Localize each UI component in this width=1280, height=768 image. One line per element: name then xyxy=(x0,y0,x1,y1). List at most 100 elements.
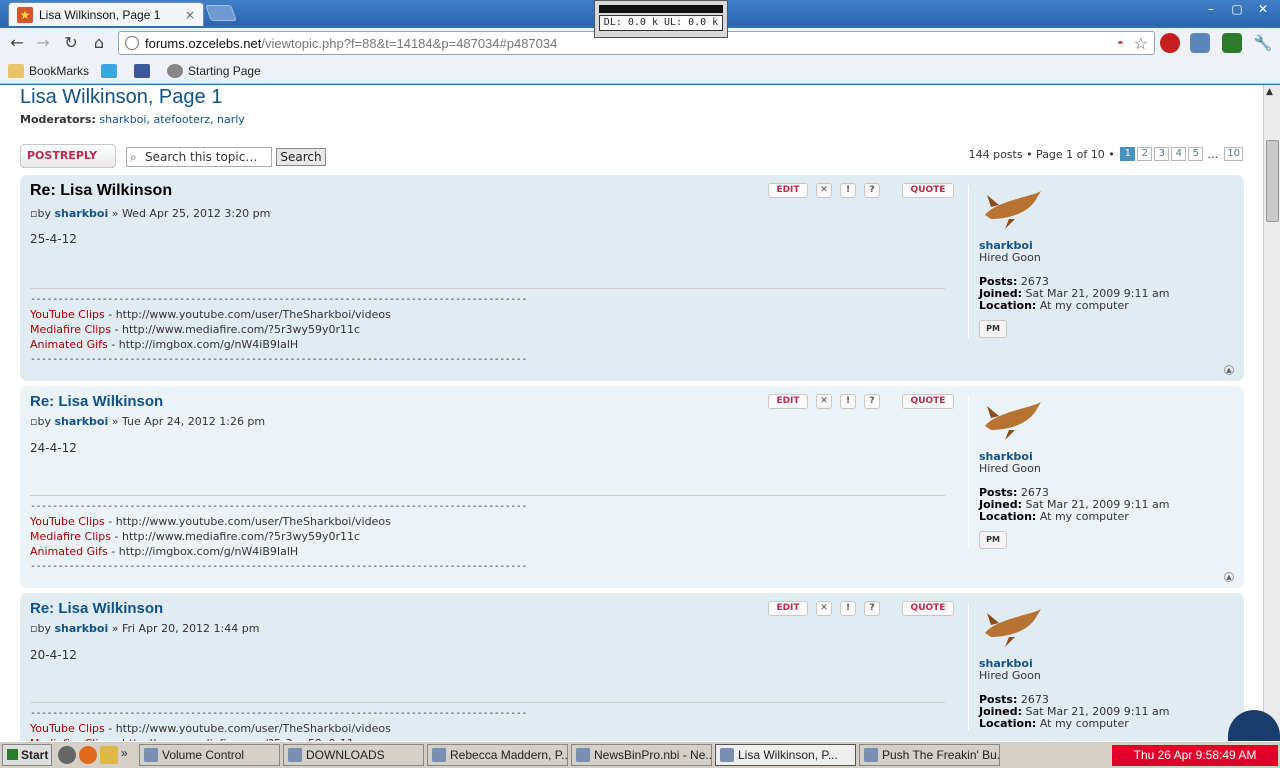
clock[interactable]: Thu 26 Apr 9:58:49 AM xyxy=(1112,745,1278,766)
taskbar-item[interactable]: Volume Control xyxy=(139,744,280,766)
page-link[interactable]: 5 xyxy=(1188,147,1204,161)
report-button[interactable]: ! xyxy=(840,183,856,198)
signature-link[interactable]: - http://www.youtube.com/user/TheSharkbo… xyxy=(105,722,391,735)
quicklaunch-icon[interactable] xyxy=(58,746,76,764)
avatar xyxy=(985,191,1041,229)
delete-button[interactable]: ✕ xyxy=(816,183,832,198)
signature-link[interactable]: - http://www.youtube.com/user/TheSharkbo… xyxy=(105,308,391,321)
info-button[interactable]: ? xyxy=(864,394,880,409)
page-link[interactable]: 2 xyxy=(1137,147,1153,161)
favicon-star-icon: ★ xyxy=(17,6,33,23)
globe-icon xyxy=(125,36,139,50)
signature: ----------------------------------------… xyxy=(30,706,527,741)
author-link[interactable]: sharkboi xyxy=(54,207,108,220)
tab-close-icon[interactable]: × xyxy=(185,8,195,22)
signature-link[interactable]: - http://www.mediafire.com/?5r3wy59y0r11… xyxy=(111,530,361,543)
close-window-button[interactable]: ✕ xyxy=(1250,0,1276,18)
taskbar-item[interactable]: Rebecca Maddern, P... xyxy=(427,744,568,766)
post-title[interactable]: Re: Lisa Wilkinson xyxy=(30,393,163,410)
page-title[interactable]: Lisa Wilkinson, Page 1 xyxy=(20,86,222,109)
signature-divider xyxy=(30,702,945,703)
report-button[interactable]: ! xyxy=(840,394,856,409)
extension-green-icon[interactable] xyxy=(1222,33,1242,53)
post-body: 24-4-12 xyxy=(30,441,77,455)
post: Re: Lisa Wilkinson ▫by sharkboi » Fri Ap… xyxy=(20,593,1244,741)
avatar xyxy=(985,402,1041,440)
search-button[interactable]: Search xyxy=(276,148,326,166)
page-link[interactable]: 1 xyxy=(1120,147,1136,161)
scroll-up-icon[interactable]: ▲ xyxy=(1266,87,1273,97)
signature-link[interactable]: - http://www.mediafire.com/?5r3wy59y0r11… xyxy=(111,323,361,336)
facebook-bookmark[interactable] xyxy=(134,63,155,78)
extension-icon[interactable] xyxy=(1190,33,1210,53)
quote-button[interactable]: QUOTE xyxy=(902,394,954,409)
page-link[interactable]: 10 xyxy=(1224,147,1243,161)
author-link[interactable]: sharkboi xyxy=(54,415,108,428)
tab-active[interactable]: ★ Lisa Wilkinson, Page 1 × xyxy=(8,2,204,26)
delete-button[interactable]: ✕ xyxy=(816,601,832,616)
bookmark-star-icon[interactable]: ☆ xyxy=(1134,34,1148,54)
wrench-icon[interactable]: 🔧 xyxy=(1252,32,1274,54)
minimize-button[interactable]: – xyxy=(1198,0,1224,18)
signature-link[interactable]: - http://imgbox.com/g/nW4iB9IalH xyxy=(108,338,298,351)
starting-page-bookmark[interactable]: Starting Page xyxy=(167,63,261,78)
maximize-button[interactable]: ▢ xyxy=(1224,0,1250,18)
scroll-thumb[interactable] xyxy=(1266,140,1279,222)
page-link[interactable]: 3 xyxy=(1154,147,1170,161)
page-ellipsis: … xyxy=(1207,147,1219,161)
report-button[interactable]: ! xyxy=(840,601,856,616)
edit-button[interactable]: EDIT xyxy=(768,601,808,616)
search-input[interactable]: ⌕ Search this topic… xyxy=(126,147,272,167)
quote-button[interactable]: QUOTE xyxy=(902,601,954,616)
post-buttons: EDIT ✕ ! ? QUOTE xyxy=(768,601,954,616)
firefox-icon[interactable] xyxy=(79,746,97,764)
back-to-top-icon[interactable]: ▲ xyxy=(1224,572,1234,582)
back-to-top-icon[interactable]: ▲ xyxy=(1224,365,1234,375)
post: Re: Lisa Wilkinson ▫by sharkboi » Wed Ap… xyxy=(20,175,1244,381)
info-button[interactable]: ? xyxy=(864,183,880,198)
chevron-icon[interactable]: » xyxy=(121,746,133,764)
taskbar-item[interactable]: NewsBinPro.nbi - Ne... xyxy=(571,744,712,766)
edit-button[interactable]: EDIT xyxy=(768,394,808,409)
bookmarks-bar: BookMarks Starting Page xyxy=(0,58,1280,84)
post-title[interactable]: Re: Lisa Wilkinson xyxy=(30,600,163,617)
pm-button[interactable]: PM xyxy=(979,320,1007,338)
moderators-list[interactable]: sharkboi, atefooterz, narly xyxy=(99,113,244,126)
signature-link[interactable]: - http://www.youtube.com/user/TheSharkbo… xyxy=(105,515,391,528)
taskbar-item-active[interactable]: Lisa Wilkinson, P... xyxy=(715,744,856,766)
bookmarks-folder[interactable]: BookMarks xyxy=(8,63,89,78)
back-icon[interactable]: ← xyxy=(6,32,28,54)
folder-icon[interactable] xyxy=(100,746,118,764)
twitter-icon xyxy=(101,63,118,78)
post-buttons: EDIT ✕ ! ? QUOTE xyxy=(768,183,954,198)
twitter-bookmark[interactable] xyxy=(101,63,122,78)
page-link[interactable]: 4 xyxy=(1171,147,1187,161)
start-button[interactable]: Start xyxy=(2,744,52,766)
post-author: ▫by sharkboi » Tue Apr 24, 2012 1:26 pm xyxy=(30,415,266,428)
postreply-button[interactable]: POSTREPLY xyxy=(20,144,116,168)
edit-button[interactable]: EDIT xyxy=(768,183,808,198)
delete-button[interactable]: ✕ xyxy=(816,394,832,409)
info-button[interactable]: ? xyxy=(864,601,880,616)
adblock-icon[interactable] xyxy=(1160,33,1180,53)
taskbar-item[interactable]: DOWNLOADS xyxy=(283,744,424,766)
signature-link[interactable]: - http://imgbox.com/g/nW4iB9IalH xyxy=(108,545,298,558)
tab-title: Lisa Wilkinson, Page 1 xyxy=(39,7,161,22)
pm-button[interactable]: PM xyxy=(979,531,1007,549)
signature-divider xyxy=(30,288,945,289)
net-meter-text: DL: 0.0 k UL: 0.0 k xyxy=(599,15,723,31)
forward-icon[interactable]: → xyxy=(32,32,54,54)
author-link[interactable]: sharkboi xyxy=(54,622,108,635)
speed-dial-icon[interactable]: ◓ xyxy=(1117,36,1124,50)
post-title: Re: Lisa Wilkinson xyxy=(30,182,173,199)
avatar xyxy=(985,609,1041,647)
reload-icon[interactable]: ↻ xyxy=(60,32,82,54)
post: Re: Lisa Wilkinson ▫by sharkboi » Tue Ap… xyxy=(20,386,1244,588)
tray-icons[interactable] xyxy=(1008,745,1112,766)
quote-button[interactable]: QUOTE xyxy=(902,183,954,198)
home-icon[interactable]: ⌂ xyxy=(88,32,110,54)
new-tab-button[interactable] xyxy=(205,5,237,21)
taskbar-item[interactable]: Push The Freakin' Bu... xyxy=(859,744,1000,766)
post-profile: sharkboi Hired Goon Posts: 2673 Joined: … xyxy=(968,396,1228,549)
page-scrollbar[interactable]: ▲ xyxy=(1263,85,1280,741)
